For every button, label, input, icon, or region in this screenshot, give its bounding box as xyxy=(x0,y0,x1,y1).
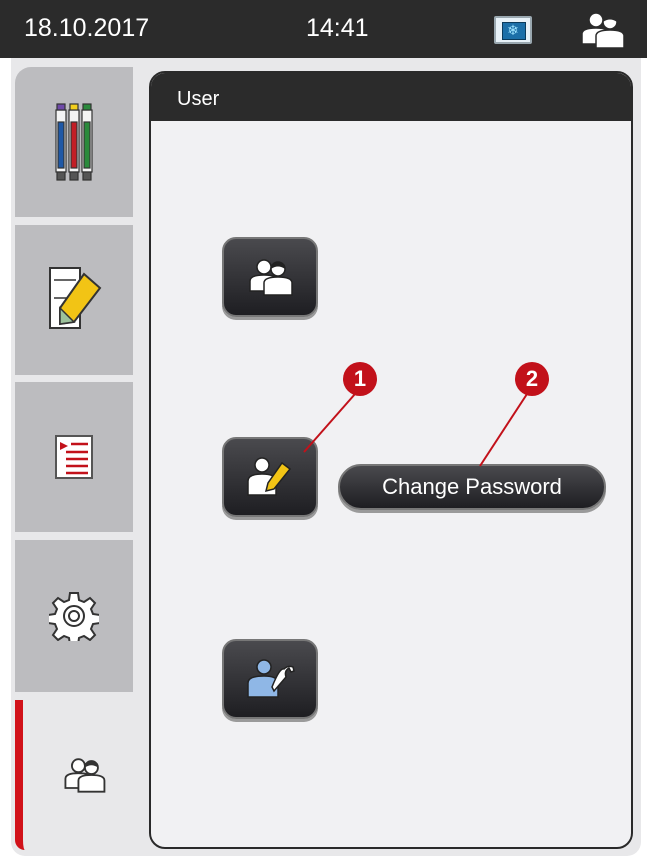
snowflake-display-icon: ❄ xyxy=(494,16,532,44)
callout-1: 1 xyxy=(343,362,377,396)
callout-2: 2 xyxy=(515,362,549,396)
callout-leaders xyxy=(303,393,528,467)
